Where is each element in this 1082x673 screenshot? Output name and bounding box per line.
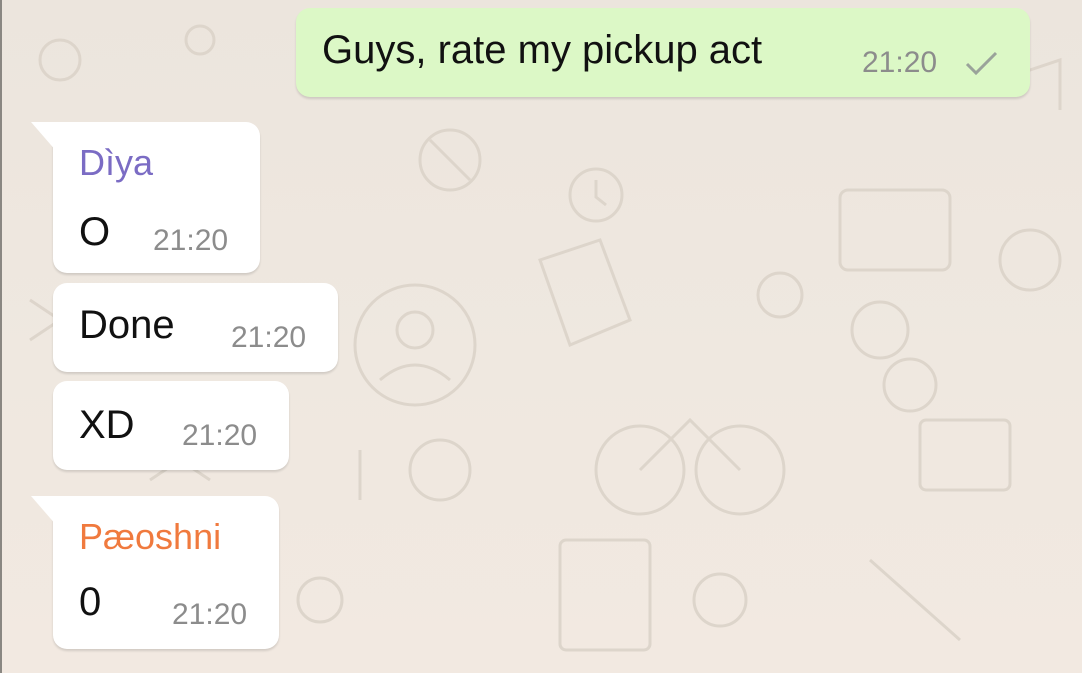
- message-time: 21:20: [182, 419, 258, 452]
- sender-name[interactable]: Dìya: [79, 142, 153, 184]
- incoming-message-bubble[interactable]: Dìya O 21:20: [31, 122, 260, 273]
- incoming-message-bubble[interactable]: Done 21:20: [53, 283, 338, 372]
- incoming-message-bubble[interactable]: XD 21:20: [53, 381, 289, 470]
- bubble-tail: [31, 496, 57, 526]
- sender-name[interactable]: Pæoshni: [79, 516, 221, 558]
- message-text: XD: [79, 403, 135, 447]
- message-text: 0: [79, 580, 102, 624]
- window-edge: [0, 0, 2, 673]
- single-check-icon: [965, 51, 998, 76]
- message-time: 21:20: [172, 598, 248, 631]
- message-time: 21:20: [231, 321, 307, 354]
- message-text: Done: [79, 303, 175, 347]
- message-text: O: [79, 210, 111, 254]
- message-text: Guys, rate my pickup act: [322, 28, 763, 72]
- message-time: 21:20: [153, 224, 229, 257]
- message-time: 21:20: [862, 46, 938, 79]
- bubble-tail: [31, 122, 57, 152]
- outgoing-message-bubble[interactable]: Guys, rate my pickup act 21:20: [296, 8, 1030, 97]
- incoming-message-bubble[interactable]: Pæoshni 0 21:20: [31, 496, 279, 649]
